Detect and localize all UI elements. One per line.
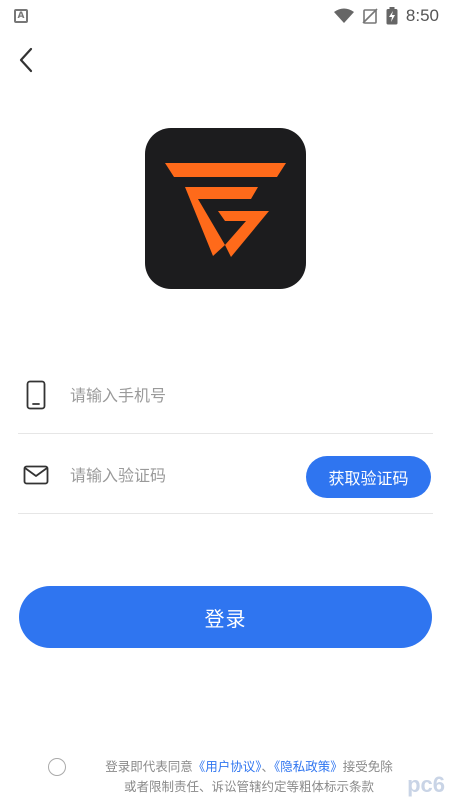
- agreement-text: 登录即代表同意《用户协议》、《隐私政策》接受免除 或者限制责任、诉讼管辖约定等粗…: [74, 757, 424, 797]
- agreement-suffix: 接受免除: [342, 759, 393, 774]
- verification-code-row: 获取验证码: [18, 436, 433, 514]
- back-button[interactable]: [12, 44, 40, 76]
- status-icons: 8:50: [333, 6, 439, 26]
- status-bar: A 8:50: [0, 0, 451, 32]
- app-logo: [145, 128, 306, 289]
- phone-input[interactable]: [70, 378, 300, 412]
- login-button[interactable]: 登录: [19, 586, 432, 648]
- notification-icon: A: [14, 9, 28, 23]
- user-agreement-link[interactable]: 《用户协议》: [193, 759, 262, 774]
- battery-charging-icon: [386, 7, 398, 25]
- privacy-policy-link[interactable]: 《隐私政策》: [274, 759, 343, 774]
- phone-icon: [22, 378, 50, 412]
- agreement-separator: 、: [261, 759, 274, 774]
- chevron-left-icon: [19, 47, 33, 73]
- agreement-line-1: 登录即代表同意《用户协议》、《隐私政策》接受免除: [74, 757, 424, 777]
- app-logo-icon: [165, 162, 286, 257]
- verification-code-input[interactable]: [70, 458, 300, 492]
- signal-off-icon: [362, 8, 378, 24]
- watermark: pc6: [407, 772, 445, 797]
- wifi-icon: [333, 8, 354, 23]
- agreement-radio[interactable]: [48, 758, 66, 776]
- agreement-prefix: 登录即代表同意: [105, 759, 193, 774]
- agreement-line-2: 或者限制责任、诉讼管辖约定等粗体标示条款: [123, 779, 374, 794]
- phone-row: [18, 356, 433, 434]
- mail-icon: [22, 458, 50, 492]
- get-code-button[interactable]: 获取验证码: [306, 456, 431, 498]
- clock-time: 8:50: [405, 6, 439, 25]
